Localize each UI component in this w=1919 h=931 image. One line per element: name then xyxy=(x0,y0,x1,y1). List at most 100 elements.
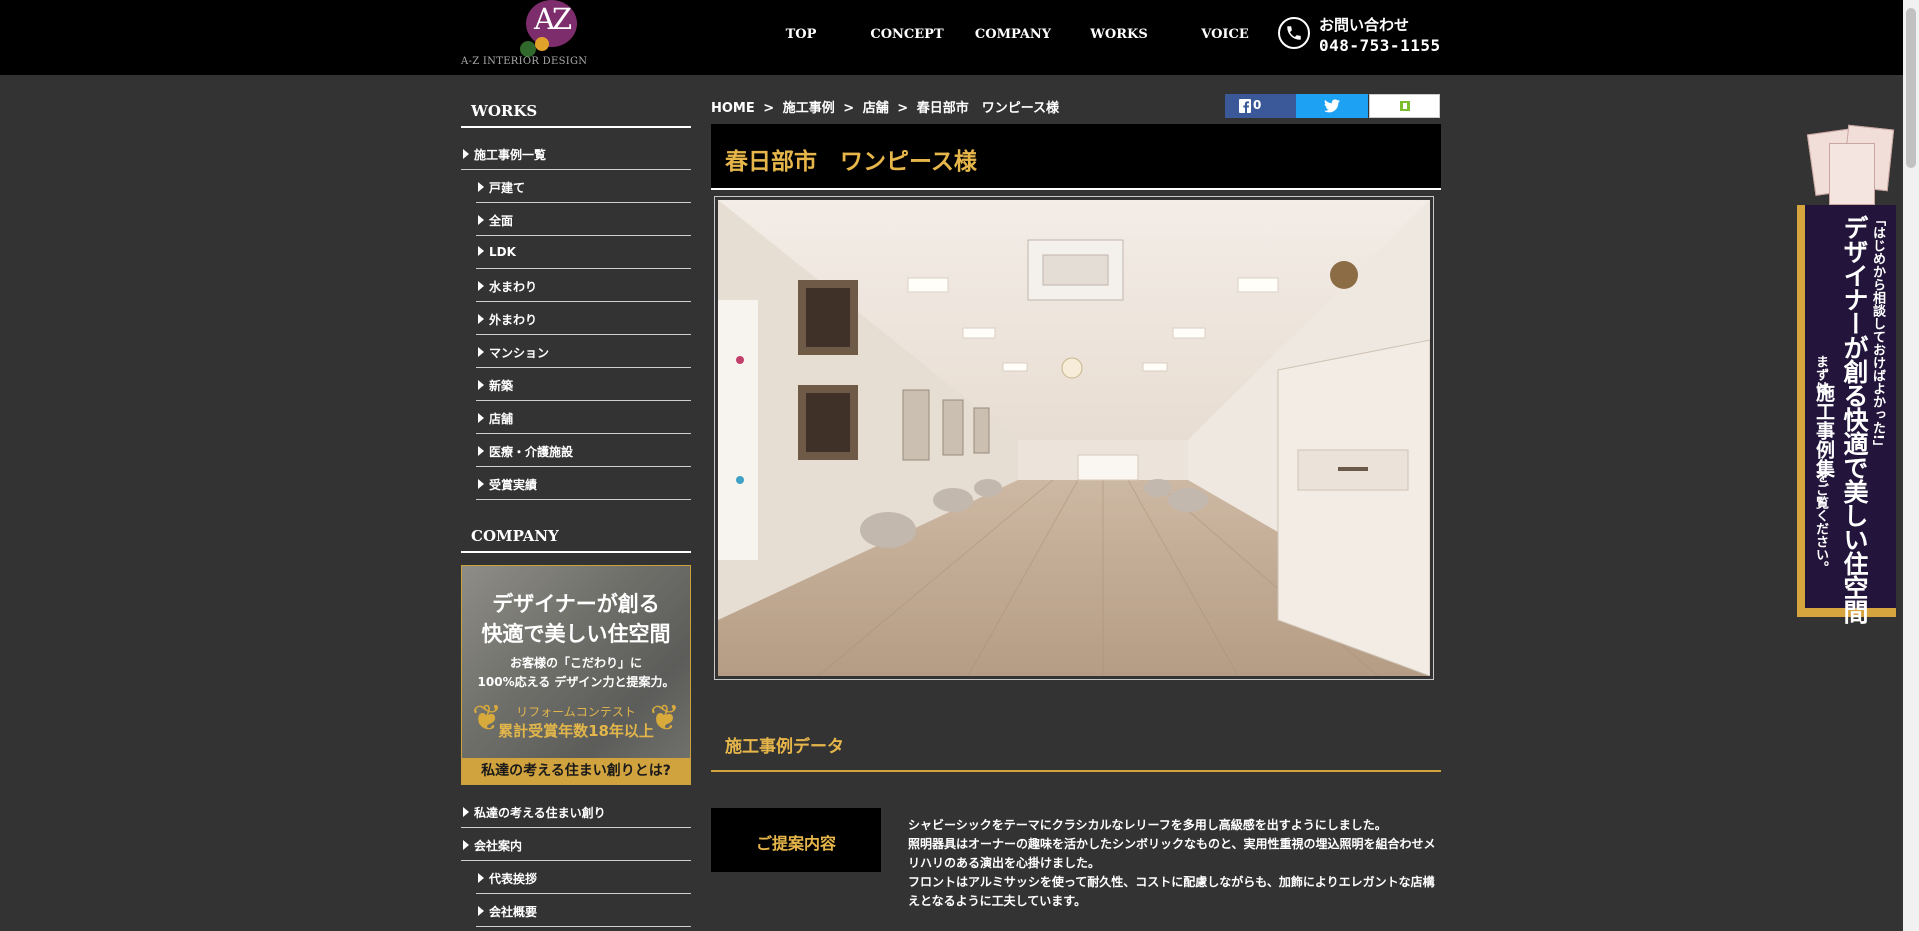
twitter-icon xyxy=(1324,99,1340,113)
proposal-line: シャビーシックをテーマにクラシカルなレリーフを多用し高級感を出すようにしました。 xyxy=(908,818,1387,832)
breadcrumb-shop[interactable]: 店舗 xyxy=(863,101,889,116)
contact-label: お問い合わせ xyxy=(1319,16,1410,34)
contact-block[interactable]: お問い合わせ 048-753-1155 xyxy=(1278,14,1443,58)
nav-works[interactable]: WORKS xyxy=(1090,27,1147,42)
nav-concept[interactable]: CONCEPT xyxy=(870,27,943,42)
sidebar-item-exterior[interactable]: 外まわり xyxy=(476,311,691,335)
casebook-banner-casebook: 施工事例集 xyxy=(1813,383,1835,478)
sidebar-item-label: 受賞実績 xyxy=(489,478,538,492)
sidebar-item-mansion[interactable]: マンション xyxy=(476,344,691,368)
banner-subtext-line1: お客様の「こだわり」に xyxy=(509,656,642,670)
breadcrumb-works[interactable]: 施工事例 xyxy=(783,101,835,116)
proposal-line: 照明器具はオーナーの趣味を活かしたシンボリックなものと、実用性重視の埋込照明を組… xyxy=(908,837,1436,870)
triangle-right-icon xyxy=(463,149,469,159)
triangle-right-icon xyxy=(478,281,484,291)
triangle-right-icon xyxy=(478,380,484,390)
triangle-right-icon xyxy=(478,314,484,324)
sidebar-item-works-list[interactable]: 施工事例一覧 xyxy=(461,146,691,170)
banner-headline-line2: 快適で美しい住空間 xyxy=(481,622,671,646)
triangle-right-icon xyxy=(463,807,469,817)
triangle-right-icon xyxy=(478,413,484,423)
nav-company[interactable]: COMPANY xyxy=(975,27,1051,42)
sidebar-heading-company: COMPANY xyxy=(461,527,691,553)
project-photo xyxy=(718,200,1430,676)
breadcrumb-separator: > xyxy=(897,101,909,116)
triangle-right-icon xyxy=(478,479,484,489)
triangle-right-icon xyxy=(478,215,484,225)
sidebar-item-label: 代表挨拶 xyxy=(489,872,538,886)
phone-icon xyxy=(1278,17,1310,49)
breadcrumb: HOME > 施工事例 > 店舗 > 春日部市 ワンピース様 xyxy=(711,97,1063,116)
sidebar-item-label: 水まわり xyxy=(489,280,538,294)
breadcrumb-current: 春日部市 ワンピース様 xyxy=(916,101,1060,116)
section-heading: 施工事例データ xyxy=(711,720,1441,772)
proposal-line: フロントはアルミサッシを使って耐久性、コストに配慮しながらも、加飾によりエレガン… xyxy=(908,875,1435,908)
nav-top[interactable]: TOP xyxy=(786,27,817,42)
sidebar-item-label: 戸建て xyxy=(489,181,526,195)
facebook-share-count: 0 xyxy=(1253,98,1262,112)
casebook-brochure-image xyxy=(1806,124,1897,207)
bookmark-share-button[interactable] xyxy=(1369,94,1440,118)
page-title-bar: 春日部市 ワンピース様 xyxy=(711,124,1441,190)
proposal-description: シャビーシックをテーマにクラシカルなレリーフを多用し高級感を出すようにしました。… xyxy=(908,816,1438,911)
brochure-page xyxy=(1829,143,1875,205)
breadcrumb-home[interactable]: HOME xyxy=(711,101,755,116)
casebook-banner-headline: デザイナーが創る快適で美しい住空間 xyxy=(1840,215,1869,623)
sidebar-item-label: 私達の考える住まい創り xyxy=(474,806,606,820)
twitter-share-button[interactable] xyxy=(1296,94,1368,118)
bookmark-icon xyxy=(1400,101,1410,111)
sidebar-heading-works-label: WORKS xyxy=(471,102,538,120)
sidebar-item-philosophy[interactable]: 私達の考える住まい創り xyxy=(461,804,691,828)
main-nav: TOP CONCEPT COMPANY WORKS VOICE xyxy=(0,27,1300,47)
sidebar-item-overview[interactable]: 会社概要 xyxy=(476,903,691,927)
sidebar-item-water[interactable]: 水まわり xyxy=(476,278,691,302)
casebook-banner-cta: をご覧ください。 xyxy=(1813,470,1828,574)
sidebar-item-company-info[interactable]: 会社案内 xyxy=(461,837,691,861)
triangle-right-icon xyxy=(478,446,484,456)
sidebar-item-detached[interactable]: 戸建て xyxy=(476,179,691,203)
sidebar-item-ldk[interactable]: LDK xyxy=(476,245,691,269)
breadcrumb-separator: > xyxy=(763,101,775,116)
sidebar-item-label: 店舗 xyxy=(489,412,514,426)
triangle-right-icon xyxy=(478,182,484,192)
sidebar-item-awards[interactable]: 受賞実績 xyxy=(476,476,691,500)
banner-headline: デザイナーが創る 快適で美しい住空間 xyxy=(462,589,690,649)
sidebar-item-shop[interactable]: 店舗 xyxy=(476,410,691,434)
contact-tel[interactable]: 048-753-1155 xyxy=(1319,36,1441,55)
banner-subtext: お客様の「こだわり」に 100%応える デザイン力と提案力。 xyxy=(462,654,690,692)
sidebar-item-medical[interactable]: 医療・介護施設 xyxy=(476,443,691,467)
triangle-right-icon xyxy=(478,347,484,357)
triangle-right-icon xyxy=(463,840,469,850)
sidebar-heading-company-label: COMPANY xyxy=(471,527,559,545)
banner-footer: 私達の考える住まい創りとは? xyxy=(462,758,690,784)
banner-award-line1: リフォームコンテスト xyxy=(516,705,636,719)
facebook-icon xyxy=(1239,99,1251,113)
triangle-right-icon xyxy=(478,906,484,916)
logo-name: A-Z INTERIOR DESIGN xyxy=(461,56,588,67)
casebook-floating-banner[interactable]: 「はじめから相談しておけばよかった!」 デザイナーが創る快適で美しい住空間 まず… xyxy=(1797,124,1903,627)
banner-award-line2: 累計受賞年数18年以上 xyxy=(498,722,654,740)
scrollbar-thumb[interactable] xyxy=(1906,8,1916,168)
breadcrumb-separator: > xyxy=(843,101,855,116)
sidebar-item-new-build[interactable]: 新築 xyxy=(476,377,691,401)
page-scrollbar[interactable] xyxy=(1903,0,1919,931)
page-title: 春日部市 ワンピース様 xyxy=(725,149,977,175)
section-title: 施工事例データ xyxy=(725,737,844,757)
nav-voice[interactable]: VOICE xyxy=(1201,27,1249,42)
project-photo-frame xyxy=(714,196,1434,680)
banner-subtext-line2: 100%応える デザイン力と提案力。 xyxy=(477,675,675,689)
sidebar-item-greeting[interactable]: 代表挨拶 xyxy=(476,870,691,894)
sidebar-item-label: LDK xyxy=(489,245,516,259)
sidebar-item-full[interactable]: 全面 xyxy=(476,212,691,236)
sidebar-item-label: 外まわり xyxy=(489,313,538,327)
triangle-right-icon xyxy=(478,873,484,883)
triangle-right-icon xyxy=(478,246,484,256)
sidebar-item-label: 医療・介護施設 xyxy=(489,445,574,459)
sidebar-item-label: 施工事例一覧 xyxy=(474,148,547,162)
sidebar-heading-works: WORKS xyxy=(461,102,691,128)
sidebar-item-label: 会社概要 xyxy=(489,905,538,919)
concept-banner[interactable]: デザイナーが創る 快適で美しい住空間 お客様の「こだわり」に 100%応える デザイ… xyxy=(461,565,691,785)
banner-headline-line1: デザイナーが創る xyxy=(492,592,660,616)
facebook-share-button[interactable]: 0 xyxy=(1225,94,1296,118)
sidebar-item-label: 新築 xyxy=(489,379,514,393)
